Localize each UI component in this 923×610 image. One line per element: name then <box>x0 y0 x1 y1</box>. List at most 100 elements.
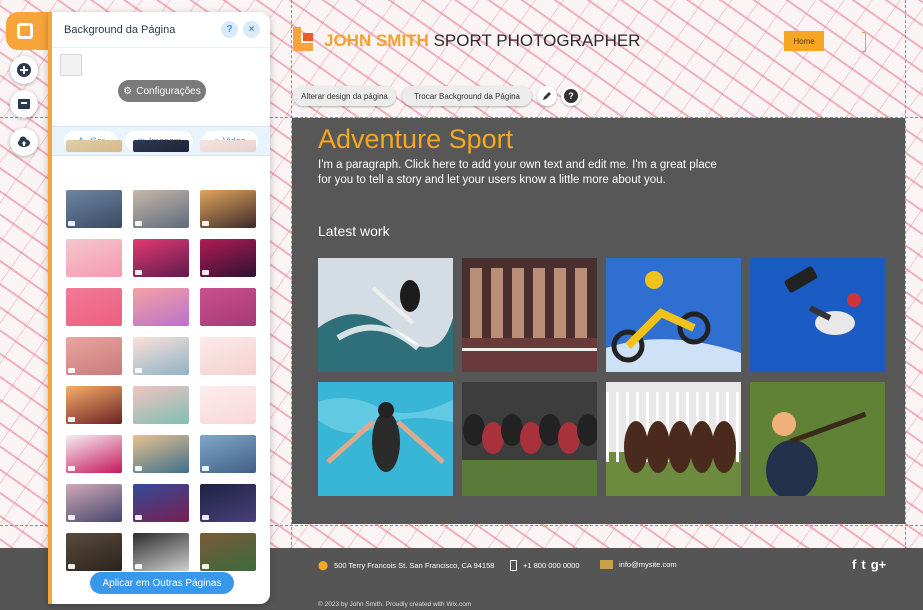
current-background-thumbnail[interactable] <box>60 54 82 76</box>
phone-icon <box>510 560 517 571</box>
settings-label: Configurações <box>136 85 201 97</box>
panel-header: Background da Página ? × <box>52 12 270 48</box>
media-rail-button[interactable] <box>10 90 38 118</box>
bg-thumb-astronaut[interactable] <box>200 484 256 522</box>
change-page-design-button[interactable]: Alterar design da página <box>293 86 396 106</box>
footer-email[interactable]: info@mysite.com <box>600 560 677 569</box>
upload-rail-button[interactable] <box>10 128 38 156</box>
editor-left-rail <box>0 0 48 610</box>
background-settings-button[interactable]: ⚙ Configurações <box>118 80 206 102</box>
video-badge-icon <box>202 466 209 471</box>
bg-thumb-bubbles[interactable] <box>200 435 256 473</box>
bg-thumb-palm[interactable] <box>200 239 256 277</box>
bg-thumb-partial-navy[interactable] <box>133 140 189 152</box>
footer-email-text[interactable]: info@mysite.com <box>619 560 677 569</box>
bg-thumb-nebula[interactable] <box>133 484 189 522</box>
bg-thumb-beach[interactable] <box>133 435 189 473</box>
bg-thumb-vinyl[interactable] <box>133 533 189 571</box>
video-badge-icon <box>202 221 209 226</box>
bg-thumb-bowls[interactable] <box>200 533 256 571</box>
site-logo[interactable] <box>293 27 317 51</box>
bg-thumb-tools[interactable] <box>66 533 122 571</box>
bg-thumb-pink-solid[interactable] <box>66 288 122 326</box>
nav-menu-stub <box>862 32 866 52</box>
video-badge-icon <box>135 515 142 520</box>
bg-thumb-blur-pink[interactable] <box>66 337 122 375</box>
location-pin-icon: ⬤ <box>318 560 329 570</box>
background-icon <box>17 23 33 39</box>
facebook-icon[interactable]: f <box>852 557 856 572</box>
bg-thumb-pink-waves[interactable] <box>66 239 122 277</box>
help-icon[interactable]: ? <box>221 21 238 38</box>
photo-rugby-scrum[interactable] <box>462 382 597 496</box>
bg-thumb-city[interactable] <box>66 484 122 522</box>
edit-pencil-button[interactable] <box>537 86 557 106</box>
photo-surfer[interactable] <box>318 258 453 372</box>
bg-thumb-dots[interactable] <box>200 337 256 375</box>
content-paragraph[interactable]: I'm a paragraph. Click here to add your … <box>318 158 728 188</box>
help-icon: ? <box>564 89 578 103</box>
photo-skateboarder[interactable] <box>750 258 885 372</box>
bg-thumb-hiker[interactable] <box>66 386 122 424</box>
bg-thumb-partial-pattern[interactable] <box>200 140 256 152</box>
apply-to-other-pages-button[interactable]: Aplicar em Outras Páginas <box>90 572 234 594</box>
latest-work-heading[interactable]: Latest work <box>318 223 390 239</box>
bg-thumb-pink-clouds[interactable] <box>133 239 189 277</box>
upload-cloud-icon <box>18 136 30 147</box>
video-badge-icon <box>68 221 75 226</box>
video-badge-icon <box>68 466 75 471</box>
bg-thumb-flamingo[interactable] <box>133 337 189 375</box>
close-icon[interactable]: × <box>243 21 260 38</box>
bg-thumb-polka[interactable] <box>200 288 256 326</box>
photo-sprinters[interactable] <box>462 258 597 372</box>
video-badge-icon <box>68 417 75 422</box>
gear-icon: ⚙ <box>123 85 133 97</box>
bg-thumb-flamingos[interactable] <box>133 386 189 424</box>
page-background-panel[interactable]: Background da Página ? × ⚙ Configurações… <box>48 12 270 604</box>
video-badge-icon <box>135 368 142 373</box>
video-badge-icon <box>202 270 209 275</box>
footer-phone-text: +1 800 000 0000 <box>523 561 580 570</box>
content-strip[interactable]: Adventure Sport I'm a paragraph. Click h… <box>292 118 905 524</box>
google-plus-icon[interactable]: g+ <box>871 557 887 572</box>
bg-thumb-ink[interactable] <box>66 435 122 473</box>
background-rail-button[interactable] <box>6 12 48 50</box>
panel-title: Background da Página <box>64 23 176 36</box>
video-badge-icon <box>68 564 75 569</box>
video-badge-icon <box>202 515 209 520</box>
footer-phone: +1 800 000 0000 <box>510 560 580 571</box>
footer-copyright: © 2023 by John Smith. Proudly created wi… <box>318 601 472 608</box>
bg-thumb-crowd[interactable] <box>66 190 122 228</box>
mail-icon <box>600 560 613 569</box>
content-title[interactable]: Adventure Sport <box>318 124 513 155</box>
site-tagline: SPORT PHOTOGRAPHER <box>433 31 641 50</box>
add-rail-button[interactable] <box>10 56 38 84</box>
nav-home-button[interactable]: Home <box>784 31 824 51</box>
change-page-background-button[interactable]: Trocar Background da Página <box>402 86 532 106</box>
bg-thumb-gradient[interactable] <box>133 288 189 326</box>
site-name: JOHN SMITH <box>324 31 429 50</box>
photo-swimmer[interactable] <box>318 382 453 496</box>
twitter-icon[interactable]: t <box>861 557 865 572</box>
bg-thumb-friends[interactable] <box>133 190 189 228</box>
footer-address-text: 500 Terry Francois St. San Francisco, CA… <box>334 561 495 570</box>
photo-shooter[interactable] <box>750 382 885 496</box>
plus-icon <box>17 63 31 77</box>
pencil-icon <box>543 92 551 100</box>
video-badge-icon <box>135 466 142 471</box>
bg-thumb-hearts[interactable] <box>200 386 256 424</box>
bg-thumb-partial-tan[interactable] <box>66 140 122 152</box>
video-badge-icon <box>135 221 142 226</box>
photo-motocross[interactable] <box>606 258 741 372</box>
video-badge-icon <box>202 564 209 569</box>
video-badge-icon <box>135 564 142 569</box>
toolbar-help-button[interactable]: ? <box>561 86 581 106</box>
site-title[interactable]: JOHN SMITH SPORT PHOTOGRAPHER <box>324 31 640 51</box>
right-margin-guide <box>905 0 906 610</box>
bg-thumb-sunset[interactable] <box>200 190 256 228</box>
social-links: f t g+ <box>852 557 886 572</box>
video-badge-icon <box>135 270 142 275</box>
video-badge-icon <box>68 368 75 373</box>
photo-horse-race[interactable] <box>606 382 741 496</box>
current-background-preview: ⚙ Configurações <box>52 48 270 126</box>
